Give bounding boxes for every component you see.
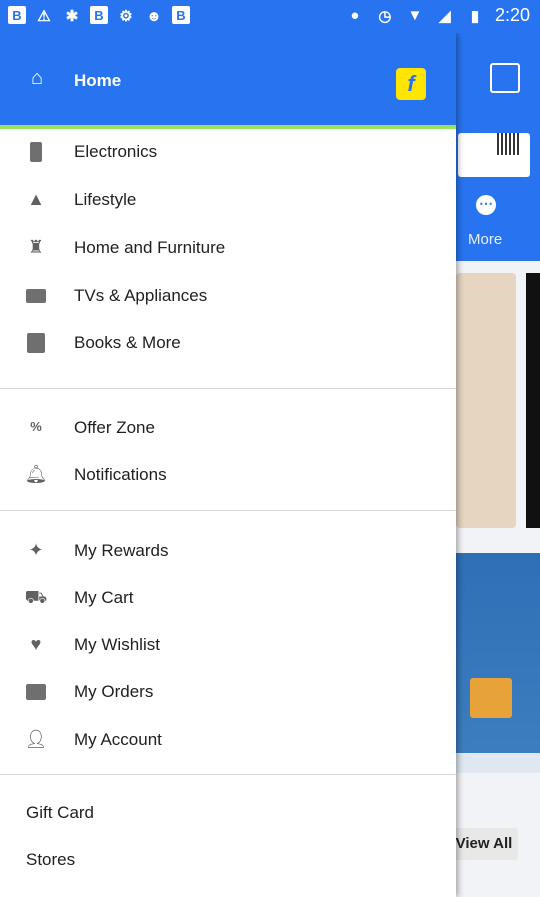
heart-icon: ♥ (30, 634, 42, 654)
cart-icon: ⛟ (24, 587, 48, 607)
menu-item-stores[interactable]: Stores (26, 850, 75, 870)
notification-b-icon: B (8, 6, 26, 24)
menu-item-my-account[interactable]: 👤︎ My Account (0, 719, 456, 759)
bell-icon: 🔔︎ (24, 464, 48, 484)
barcode-icon (497, 133, 521, 155)
location-icon: ● (350, 7, 360, 24)
status-right-icons: ● ◷ ▼ ◢ ▮ 2:20 (345, 5, 530, 26)
account-icon: 👤︎ (24, 729, 48, 749)
menu-item-lifestyle[interactable]: ▲ Lifestyle (0, 179, 456, 219)
menu-item-notifications[interactable]: 🔔︎ Notifications (0, 454, 456, 494)
menu-item-label: Books & More (74, 333, 181, 352)
view-all-button: View All (450, 828, 518, 860)
b-icon: B (172, 6, 190, 24)
menu-item-books-more[interactable]: Books & More (0, 322, 456, 362)
home-label[interactable]: Home (74, 71, 121, 91)
menu-item-my-wishlist[interactable]: ♥ My Wishlist (0, 624, 456, 664)
lamp-icon: ♜ (27, 237, 45, 257)
menu-item-my-orders[interactable]: My Orders (0, 671, 456, 711)
orders-icon (24, 679, 48, 703)
no-signal-icon: ◢ (439, 7, 451, 25)
divider (0, 388, 456, 389)
menu-item-label: TVs & Appliances (74, 286, 208, 305)
category-row (456, 187, 540, 261)
divider (0, 510, 456, 511)
menu-item-label: Electronics (74, 142, 158, 161)
alarm-icon: ◷ (378, 7, 392, 25)
banner-image-dark (526, 273, 540, 528)
status-left-icons: B ⚠ ✱ B ⚙ ☻ B (8, 6, 190, 26)
home-icon: ⌂ (30, 67, 44, 89)
monitor-icon (24, 283, 48, 307)
status-bar: B ⚠ ✱ B ⚙ ☻ B ● ◷ ▼ ◢ ▮ 2:20 (0, 0, 540, 33)
rewards-icon: ✦ (28, 540, 44, 560)
menu-item-label: Home and Furniture (74, 238, 226, 257)
book-icon (24, 330, 48, 354)
gift-image (470, 678, 512, 718)
percent-icon: % (30, 419, 42, 434)
menu-item-label: My Rewards (74, 541, 169, 560)
menu-item-label: My Account (74, 730, 162, 749)
divider (0, 774, 456, 775)
menu-item-gift-card[interactable]: Gift Card (26, 803, 94, 823)
cat-icon: ☻ (146, 7, 162, 25)
drawer-header[interactable]: ⌂ Home f (0, 33, 456, 129)
menu-item-label: Lifestyle (74, 190, 137, 209)
banner-image (456, 273, 516, 528)
menu-item-home-and-furniture[interactable]: ♜ Home and Furniture (0, 227, 456, 267)
menu-item-label: My Cart (74, 588, 134, 607)
shirt-icon: ▲ (27, 189, 45, 209)
promo-banner (456, 553, 540, 773)
flipkart-logo: f (396, 68, 426, 100)
navigation-drawer: ⌂ Home f Electronics ▲ Lifestyle ♜ Home … (0, 33, 456, 897)
wifi-icon: ▼ (407, 7, 423, 24)
menu-item-label: My Wishlist (74, 635, 160, 654)
status-time: 2:20 (494, 5, 530, 25)
menu-item-offer-zone[interactable]: % Offer Zone (0, 407, 456, 447)
more-icon: ⋯ (476, 195, 496, 215)
menu-item-label: Offer Zone (74, 418, 155, 437)
phone-icon (24, 139, 48, 163)
menu-item-label: My Orders (74, 682, 154, 701)
menu-item-tvs-appliances[interactable]: TVs & Appliances (0, 275, 456, 315)
alert-icon: ⚠ (37, 8, 51, 25)
more-label: More (468, 231, 503, 248)
gear-icon: ⚙ (119, 8, 133, 25)
b-icon: B (90, 6, 108, 24)
cart-icon (490, 63, 520, 93)
snow-strip (456, 753, 540, 773)
menu-item-label: Notifications (74, 465, 167, 484)
photos-icon: ✱ (65, 8, 79, 25)
menu-item-my-rewards[interactable]: ✦ My Rewards (0, 530, 456, 570)
battery-icon: ▮ (470, 7, 480, 25)
menu-item-electronics[interactable]: Electronics (0, 131, 456, 171)
menu-item-my-cart[interactable]: ⛟ My Cart (0, 577, 456, 617)
